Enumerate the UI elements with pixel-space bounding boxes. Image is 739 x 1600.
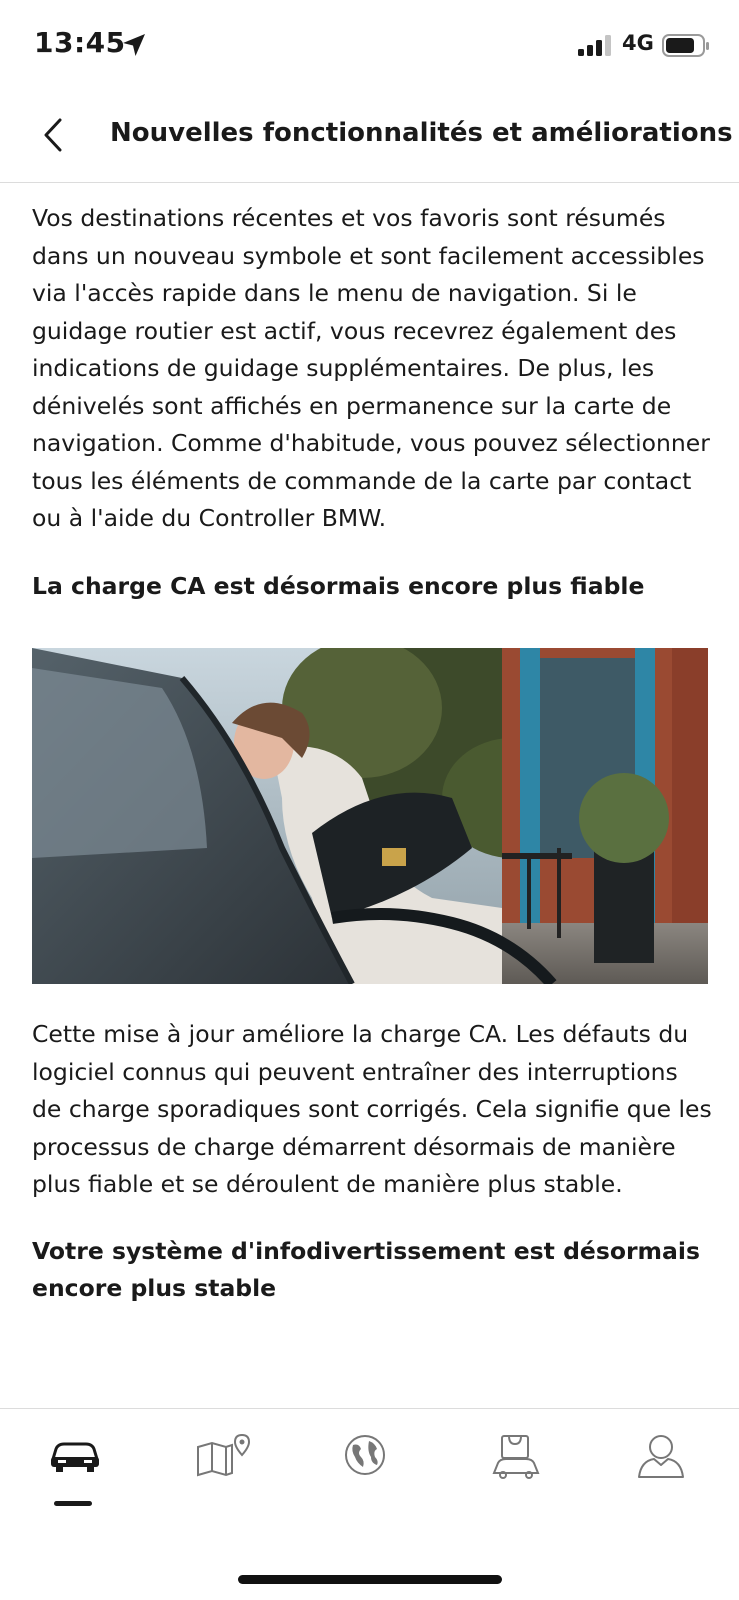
globe-icon (345, 1435, 385, 1475)
navigation-header: Nouvelles fonctionnalités et amélioratio… (0, 92, 739, 183)
active-tab-indicator (54, 1501, 92, 1506)
map-pin-icon (197, 1433, 251, 1477)
bottom-tab-bar (0, 1408, 739, 1519)
article-paragraph-navigation: Vos destinations récentes et vos favoris… (32, 204, 710, 532)
tab-explore[interactable] (313, 1409, 423, 1509)
status-bar: 13:45 4G (0, 0, 739, 92)
network-type: 4G (622, 31, 654, 55)
home-indicator[interactable] (238, 1575, 502, 1584)
section-heading-infotainment: Votre système d'infodivertissement est d… (32, 1236, 700, 1303)
location-arrow-icon (121, 32, 147, 58)
status-time: 13:45 (34, 26, 126, 59)
shopping-bag-car-icon (492, 1435, 540, 1479)
page-title: Nouvelles fonctionnalités et amélioratio… (110, 118, 733, 148)
signal-icon (578, 34, 612, 56)
battery-icon (662, 33, 710, 59)
charging-photo (32, 648, 708, 984)
article-content: Vos destinations récentes et vos favoris… (32, 182, 712, 1308)
tab-vehicle[interactable] (18, 1409, 128, 1509)
section-heading-ac-charging: La charge CA est désormais encore plus f… (32, 571, 645, 600)
tab-profile[interactable] (606, 1409, 716, 1509)
back-button[interactable] (36, 112, 72, 158)
chevron-left-icon (44, 118, 62, 152)
tab-map[interactable] (166, 1409, 276, 1509)
article-paragraph-ac-charging: Cette mise à jour améliore la charge CA.… (32, 1020, 712, 1198)
user-profile-icon (638, 1435, 684, 1478)
tab-shop[interactable] (458, 1409, 568, 1509)
car-icon (51, 1442, 99, 1472)
